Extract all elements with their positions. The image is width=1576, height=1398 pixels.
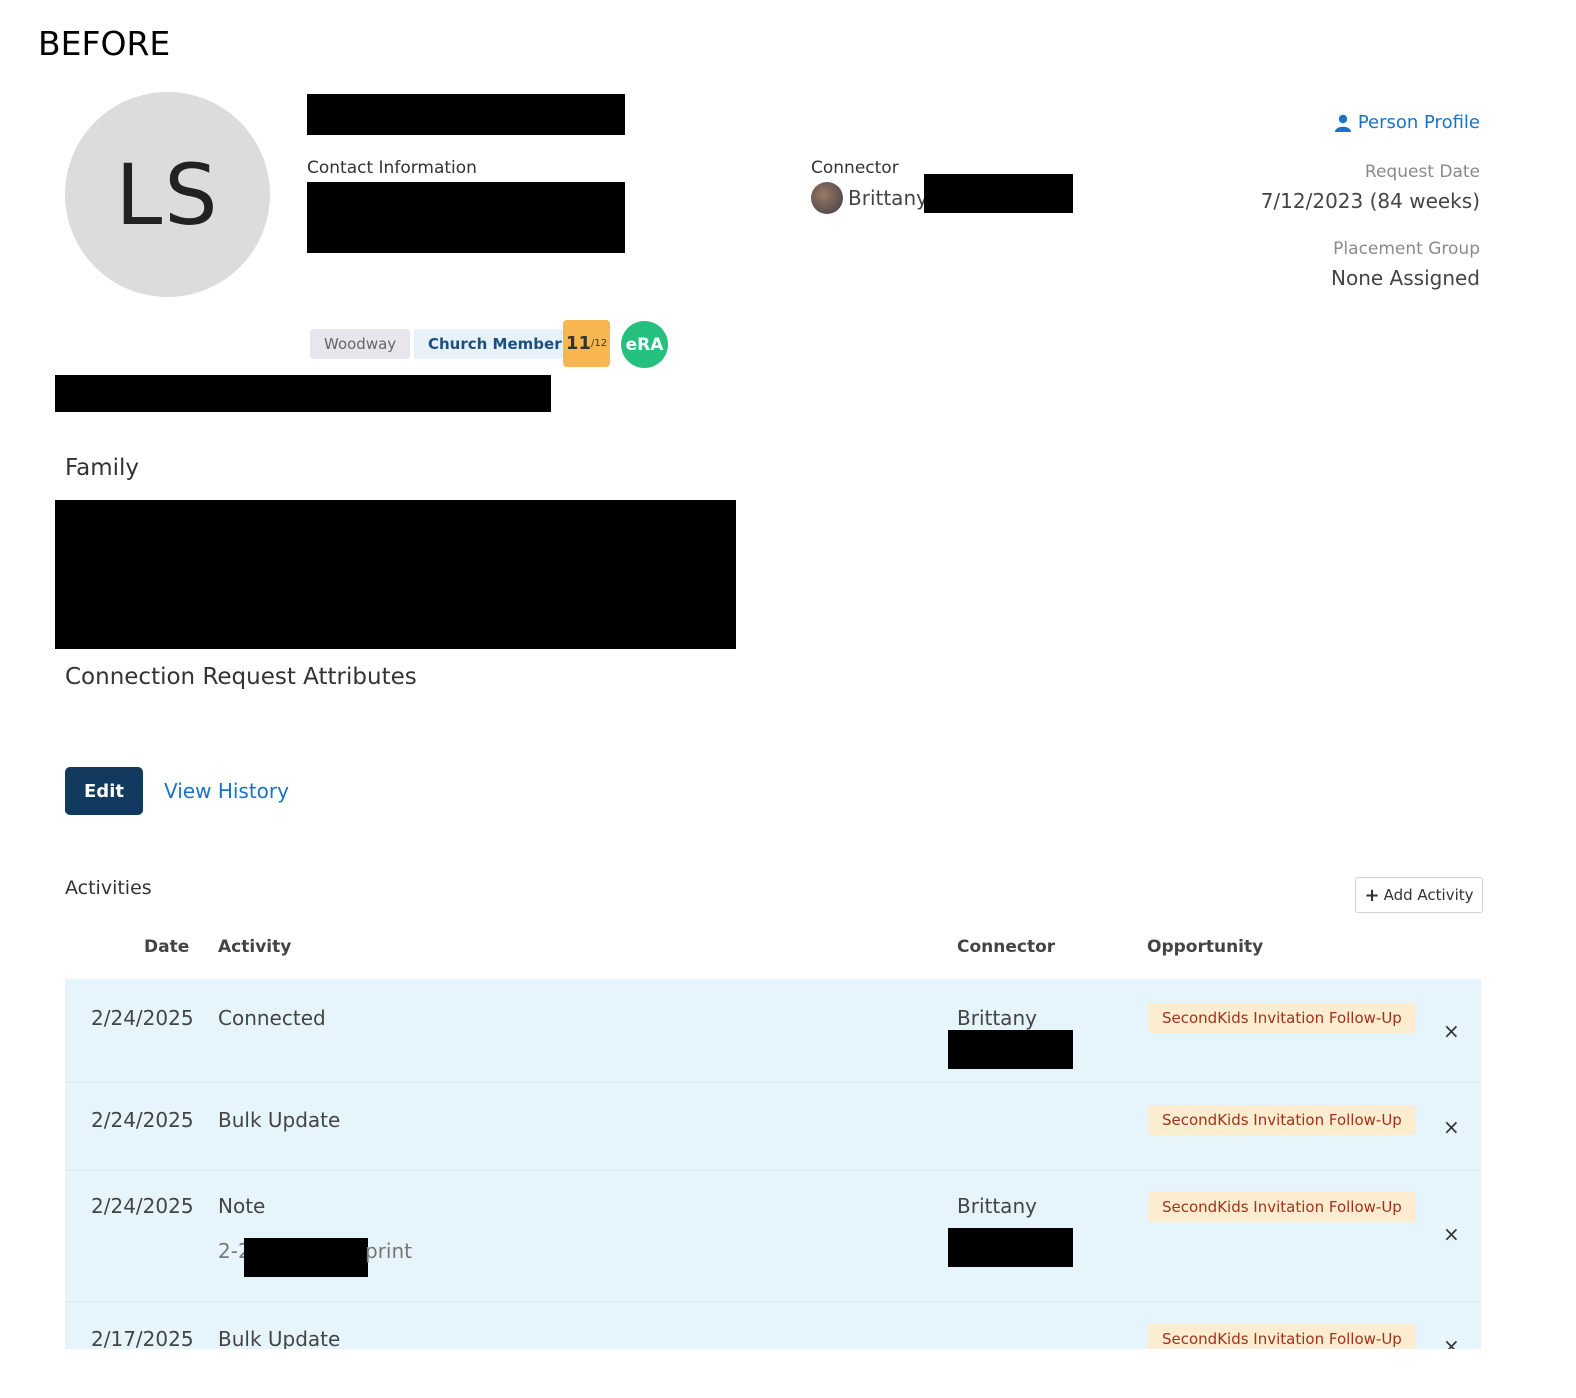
- add-activity-button[interactable]: + Add Activity: [1355, 877, 1483, 913]
- activities-heading: Activities: [65, 877, 152, 899]
- era-badge: eRA: [621, 321, 668, 368]
- delete-activity-icon[interactable]: ×: [1443, 1115, 1460, 1139]
- redacted-line: [55, 375, 551, 412]
- view-history-link[interactable]: View History: [164, 779, 289, 803]
- row-date: 2/24/2025: [91, 1006, 194, 1030]
- opportunity-badge: SecondKids Invitation Follow-Up: [1148, 1324, 1416, 1349]
- person-profile-link[interactable]: Person Profile: [1334, 112, 1480, 133]
- row-connector: Brittany: [957, 1006, 1037, 1030]
- opportunity-badge: SecondKids Invitation Follow-Up: [1148, 1105, 1416, 1135]
- row-activity: Connected: [218, 1006, 326, 1030]
- row-note-suffix: print: [365, 1239, 412, 1263]
- redacted-name: [307, 94, 625, 135]
- delete-activity-icon[interactable]: ×: [1443, 1334, 1460, 1349]
- user-icon: [1334, 114, 1351, 132]
- table-row[interactable]: 2/24/2025 Bulk Update SecondKids Invitat…: [65, 1083, 1481, 1171]
- request-date-label: Request Date: [1364, 162, 1480, 182]
- connector-name: Brittany: [848, 186, 928, 210]
- row-activity: Bulk Update: [218, 1108, 341, 1132]
- date-badge-number: 11: [565, 333, 591, 354]
- connector-avatar: [811, 182, 843, 214]
- connector-label: Connector: [811, 158, 899, 178]
- date-badge: 11/12: [563, 320, 610, 367]
- column-header-date[interactable]: Date: [144, 937, 189, 957]
- delete-activity-icon[interactable]: ×: [1443, 1222, 1460, 1246]
- table-row[interactable]: 2/17/2025 Bulk Update SecondKids Invitat…: [65, 1302, 1481, 1349]
- avatar: LS: [65, 92, 270, 297]
- row-activity: Note: [218, 1194, 266, 1218]
- redacted-connector-surname: [924, 174, 1073, 213]
- date-badge-sub: /12: [590, 338, 608, 349]
- redacted-note: [244, 1238, 368, 1277]
- row-activity: Bulk Update: [218, 1327, 341, 1349]
- avatar-initials: LS: [115, 145, 220, 244]
- opportunity-badge: SecondKids Invitation Follow-Up: [1148, 1003, 1416, 1033]
- table-row[interactable]: 2/24/2025 Connected Brittany SecondKids …: [65, 979, 1481, 1083]
- column-header-connector[interactable]: Connector: [957, 937, 1055, 957]
- column-header-opportunity[interactable]: Opportunity: [1147, 937, 1263, 957]
- membership-badge: Church Member: [414, 329, 576, 359]
- person-profile-label: Person Profile: [1357, 112, 1480, 133]
- placement-group-value: None Assigned: [1331, 266, 1480, 290]
- row-connector: Brittany: [957, 1194, 1037, 1218]
- row-date: 2/24/2025: [91, 1108, 194, 1132]
- redacted-connector-surname: [948, 1228, 1073, 1267]
- redacted-connector-surname: [948, 1030, 1073, 1069]
- table-row[interactable]: 2/24/2025 Note 2-2 print Brittany Second…: [65, 1171, 1481, 1302]
- caption: BEFORE: [38, 24, 171, 63]
- placement-group-label: Placement Group: [1333, 239, 1480, 259]
- campus-badge: Woodway: [310, 329, 411, 359]
- family-heading: Family: [65, 455, 140, 481]
- contact-info-label: Contact Information: [307, 158, 477, 178]
- activities-table: 2/24/2025 Connected Brittany SecondKids …: [65, 979, 1481, 1349]
- redacted-contact-info: [307, 182, 625, 253]
- redacted-family: [55, 500, 736, 649]
- attributes-heading: Connection Request Attributes: [65, 664, 417, 690]
- request-date-value: 7/12/2023 (84 weeks): [1260, 189, 1480, 213]
- column-header-activity[interactable]: Activity: [218, 937, 291, 957]
- row-date: 2/17/2025: [91, 1327, 194, 1349]
- edit-button[interactable]: Edit: [65, 767, 143, 815]
- delete-activity-icon[interactable]: ×: [1443, 1019, 1460, 1043]
- plus-icon: +: [1364, 884, 1380, 906]
- row-date: 2/24/2025: [91, 1194, 194, 1218]
- add-activity-label: Add Activity: [1383, 886, 1474, 904]
- opportunity-badge: SecondKids Invitation Follow-Up: [1148, 1192, 1416, 1222]
